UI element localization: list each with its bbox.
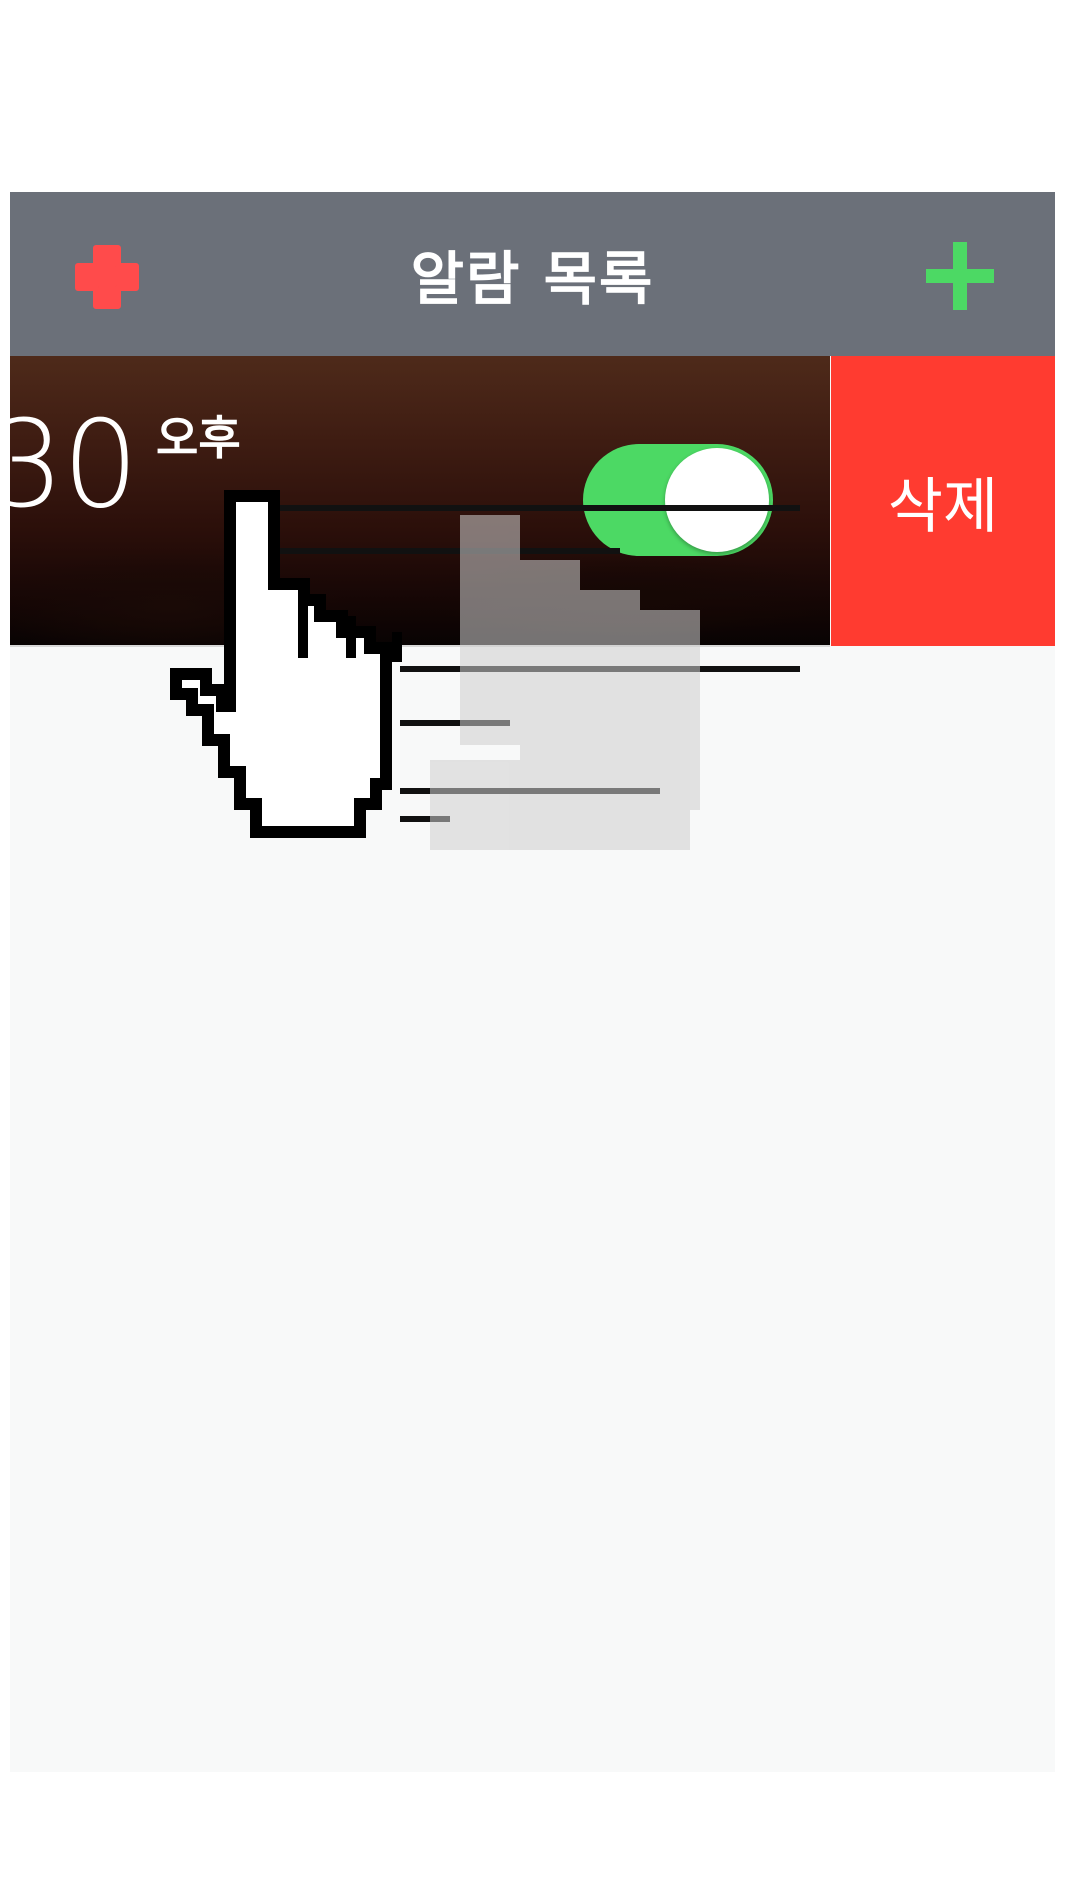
hand-shape — [170, 490, 392, 838]
delete-button[interactable]: 삭제 — [831, 356, 1055, 646]
hand-pointer-icon — [170, 490, 800, 850]
phone-screen: 알람 목록 30 오후 삭제 — [10, 192, 1055, 1772]
navigation-bar: 알람 목록 — [10, 192, 1055, 356]
delete-button-label: 삭제 — [887, 471, 999, 542]
page-title: 알람 목록 — [410, 245, 655, 313]
plus-icon[interactable] — [924, 240, 996, 312]
alarm-time: 30 — [10, 396, 139, 535]
alarm-ampm: 오후 — [156, 411, 241, 465]
medical-cross-icon[interactable] — [72, 242, 142, 312]
hand-trail — [430, 515, 700, 850]
